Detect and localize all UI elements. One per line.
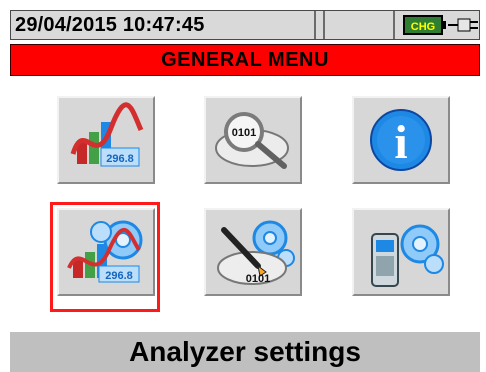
status-middle-field — [323, 11, 395, 39]
pen-disk-icon: 0101 — [217, 220, 295, 285]
info-icon: i — [370, 109, 432, 171]
tile-save-settings[interactable]: 0101 — [204, 208, 302, 296]
tile-device-settings[interactable] — [352, 208, 450, 296]
selection-frame — [50, 202, 160, 312]
battery-label: CHG — [411, 21, 435, 33]
status-bar: 29/04/2015 10:47:45 CHG — [10, 10, 480, 40]
selected-item-label: Analyzer settings — [10, 332, 480, 372]
tile-measurements[interactable]: 296.8 — [57, 96, 155, 184]
datetime-display: 29/04/2015 10:47:45 — [11, 11, 316, 39]
tile-info[interactable]: i — [352, 96, 450, 184]
battery-icon: CHG — [403, 15, 478, 35]
magnifier-disk-icon: 0101 — [215, 112, 289, 169]
tile-measurements-value: 296.8 — [106, 153, 134, 165]
info-letter: i — [394, 116, 407, 169]
gear-icon — [400, 224, 444, 274]
analyzer-screen: 29/04/2015 10:47:45 CHG GENERAL MENU 296… — [0, 0, 486, 372]
device-settings-icon — [371, 224, 444, 287]
tile-recall-code: 0101 — [232, 127, 256, 139]
power-plug-icon — [448, 18, 478, 32]
status-icons: CHG — [403, 13, 479, 37]
tile-recall[interactable]: 0101 — [204, 96, 302, 184]
tile-save-settings-code: 0101 — [246, 273, 270, 285]
menu-title: GENERAL MENU — [10, 44, 480, 76]
chart-icon: 296.8 — [70, 102, 144, 167]
